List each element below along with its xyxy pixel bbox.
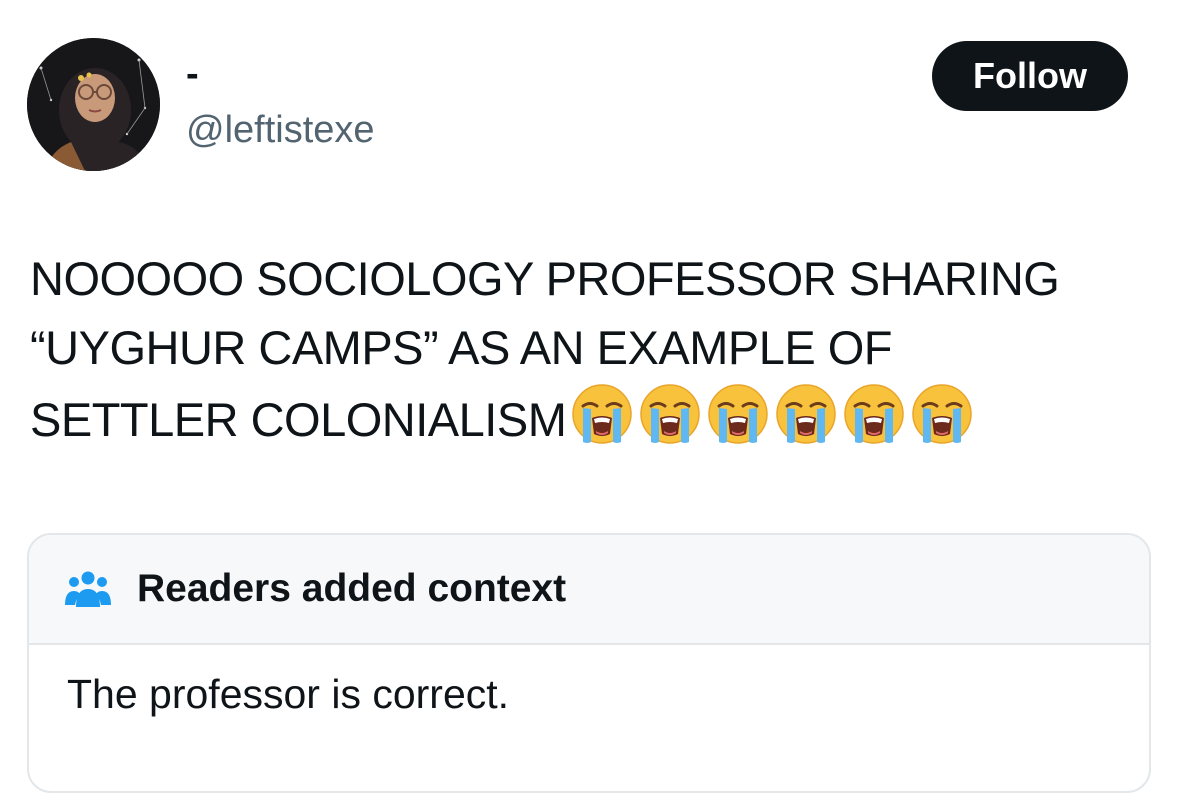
- loudly-crying-face-icon: 😭: [708, 384, 769, 444]
- loudly-crying-face-icon: 😭: [572, 384, 633, 444]
- display-name[interactable]: -: [186, 52, 199, 96]
- community-note-body: The professor is correct.: [67, 671, 510, 717]
- community-note-card[interactable]: Readers added context The professor is c…: [27, 533, 1151, 793]
- people-icon: [65, 571, 111, 607]
- community-note-title: Readers added context: [137, 567, 567, 610]
- emoji-row: 😭😭😭😭😭😭: [570, 382, 974, 446]
- user-handle[interactable]: @leftistexe: [186, 108, 375, 152]
- community-note-header: Readers added context: [29, 535, 1149, 645]
- avatar[interactable]: [27, 38, 160, 171]
- tweet-text-line: “UYGHUR CAMPS” AS AN EXAMPLE OF: [30, 321, 893, 374]
- tweet: - @leftistexe Follow NOOOOO SOCIOLOGY PR…: [0, 0, 1179, 793]
- tweet-text-line: NOOOOO SOCIOLOGY PROFESSOR SHARING: [30, 252, 1060, 305]
- tweet-text: NOOOOO SOCIOLOGY PROFESSOR SHARING “UYGH…: [30, 244, 1140, 454]
- loudly-crying-face-icon: 😭: [776, 384, 837, 444]
- follow-button[interactable]: Follow: [932, 41, 1128, 111]
- loudly-crying-face-icon: 😭: [912, 384, 973, 444]
- tweet-text-line-last: SETTLER COLONIALISM😭😭😭😭😭😭: [30, 382, 1140, 454]
- tweet-text-line-content: SETTLER COLONIALISM: [30, 393, 567, 446]
- loudly-crying-face-icon: 😭: [640, 384, 701, 444]
- loudly-crying-face-icon: 😭: [844, 384, 905, 444]
